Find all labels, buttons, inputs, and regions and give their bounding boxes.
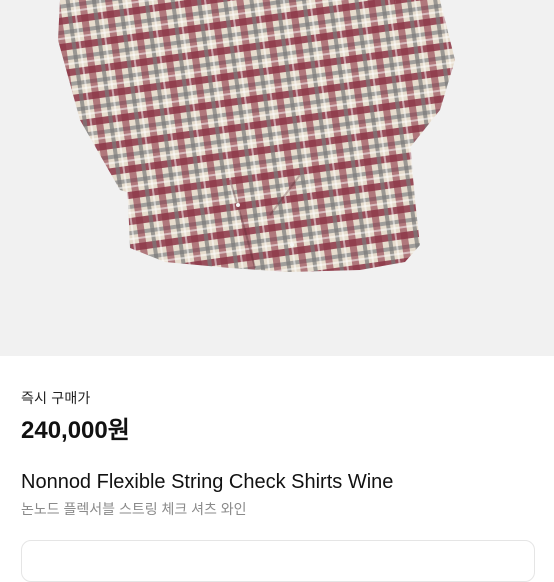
- shirt-photo: [58, 0, 455, 272]
- bottom-card[interactable]: [21, 540, 535, 582]
- product-image[interactable]: [0, 0, 554, 356]
- product-subtitle: 논노드 플렉서블 스트링 체크 셔츠 와인: [21, 501, 247, 517]
- price-label: 즉시 구매가: [21, 390, 91, 406]
- product-title: Nonnod Flexible String Check Shirts Wine: [21, 471, 394, 493]
- price-value: 240,000원: [21, 417, 130, 444]
